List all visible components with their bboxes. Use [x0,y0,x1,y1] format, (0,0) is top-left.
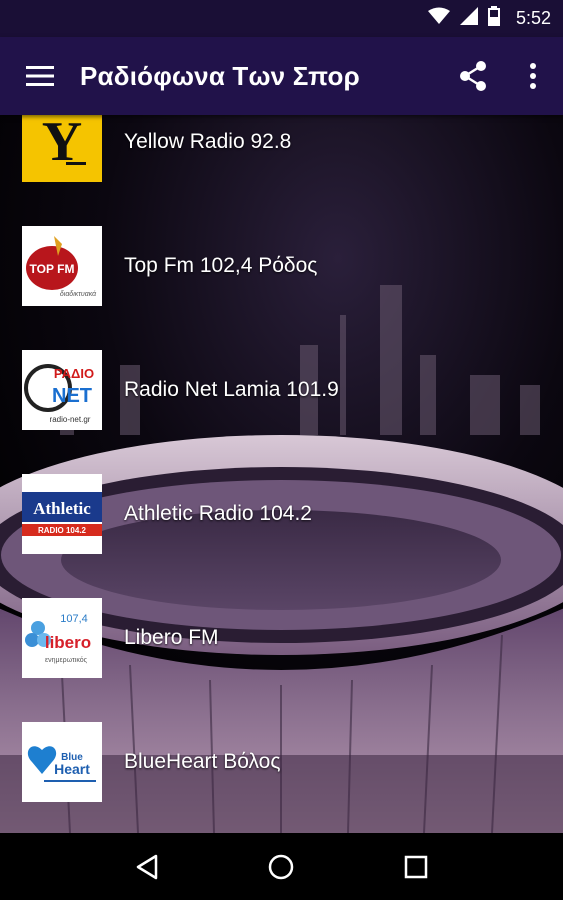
station-logo: Blue Heart [22,722,102,802]
svg-text:Heart: Heart [54,761,90,777]
svg-text:libero: libero [45,633,91,652]
station-logo: ΡΑΔΙΟ NET radio-net.gr [22,350,102,430]
station-logo: 107,4 libero ενημερωτικός [22,598,102,678]
station-name: Radio Net Lamia 101.9 [124,378,339,401]
svg-text:radio-net.gr: radio-net.gr [50,415,91,424]
wifi-icon [427,7,450,30]
more-vert-icon [530,63,536,89]
battery-icon [487,6,500,31]
system-nav-bar [0,833,563,900]
svg-text:TOP FM: TOP FM [30,262,75,276]
svg-text:Athletic: Athletic [33,499,91,518]
station-name: Athletic Radio 104.2 [124,502,312,525]
station-name: BlueHeart Βόλος [124,750,281,773]
station-name: Libero FM [124,626,219,649]
svg-text:NET: NET [52,385,92,407]
page-title: Ραδιόφωνα Των Σπορ [80,60,360,91]
list-item[interactable]: TOP FM διαδικτυακά Top Fm 102,4 Ρόδος [0,204,563,328]
svg-text:ΡΑΔΙΟ: ΡΑΔΙΟ [54,366,94,381]
station-list-container[interactable]: Y Yellow Radio 92.8 TOP FM διαδικτυακά T… [0,115,563,833]
svg-text:RADIO 104.2: RADIO 104.2 [38,526,87,535]
status-time: 5:52 [515,8,551,28]
back-icon [136,854,158,879]
list-item[interactable]: Y Yellow Radio 92.8 [0,115,563,204]
more-options-button[interactable] [503,37,563,115]
recents-button[interactable] [386,837,446,897]
app-bar: Ραδιόφωνα Των Σπορ [0,37,563,115]
list-item[interactable]: 107,4 libero ενημερωτικός Libero FM [0,576,563,700]
back-button[interactable] [117,837,177,897]
svg-text:107,4: 107,4 [60,613,88,625]
home-icon [269,854,294,879]
list-item[interactable]: ΡΑΔΙΟ NET radio-net.gr Radio Net Lamia 1… [0,328,563,452]
status-bar: 5:52 [0,0,563,37]
svg-text:ενημερωτικός: ενημερωτικός [45,656,88,664]
station-logo: Y [22,115,102,182]
hamburger-icon [26,66,54,86]
share-button[interactable] [443,37,503,115]
station-logo: TOP FM διαδικτυακά [22,226,102,306]
station-name: Top Fm 102,4 Ρόδος [124,254,318,277]
signal-icon [459,7,478,30]
station-logo: Athletic RADIO 104.2 [22,474,102,554]
share-icon [460,61,486,91]
svg-text:διαδικτυακά: διαδικτυακά [60,290,97,298]
recents-icon [404,855,428,878]
list-item[interactable]: Athletic RADIO 104.2 Athletic Radio 104.… [0,452,563,576]
home-button[interactable] [251,837,311,897]
station-name: Yellow Radio 92.8 [124,130,292,153]
list-item[interactable]: Blue Heart BlueHeart Βόλος [0,700,563,824]
